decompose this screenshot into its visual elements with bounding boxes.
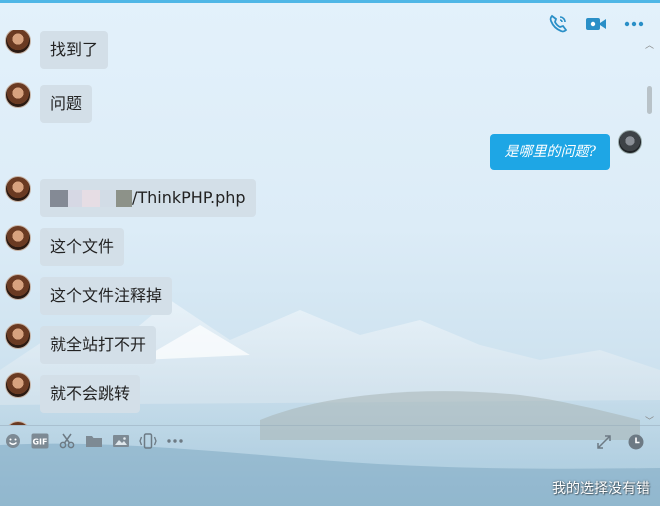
more-dots-icon[interactable] (166, 432, 184, 450)
image-icon[interactable] (112, 432, 130, 450)
contact-avatar[interactable] (5, 274, 31, 300)
incoming-message: 就全站打不开 (5, 323, 157, 364)
input-toolbar: GIF (4, 432, 184, 450)
toolbar-divider (0, 425, 660, 426)
chat-window: ︿ ﹀ 找到了 问题 是哪里的问题? /ThinkPHP.php 这个文件 这个… (0, 0, 660, 506)
redacted-path-block (68, 189, 82, 207)
shake-icon[interactable] (139, 432, 157, 450)
incoming-message: 就不会跳转 (5, 372, 141, 413)
redacted-path-block (116, 189, 132, 207)
contact-avatar[interactable] (5, 225, 31, 251)
file-path-text: /ThinkPHP.php (132, 188, 246, 207)
message-list: 找到了 问题 是哪里的问题? /ThinkPHP.php 这个文件 这个文件注释… (0, 30, 645, 425)
contact-avatar[interactable] (5, 82, 31, 108)
chat-scrollbar[interactable] (647, 86, 652, 114)
incoming-message: /ThinkPHP.php (5, 176, 256, 217)
folder-icon[interactable] (85, 432, 103, 450)
message-bubble[interactable]: 这个文件 (40, 228, 125, 266)
contact-avatar[interactable] (5, 176, 31, 202)
watermark-text: 我的选择没有错 (552, 481, 650, 497)
message-bubble[interactable]: 这个文件注释掉 (40, 277, 173, 315)
message-bubble[interactable]: /ThinkPHP.php (40, 179, 256, 217)
message-bubble[interactable]: 问题 (40, 85, 93, 123)
contact-avatar[interactable] (5, 323, 31, 349)
file-path: /ThinkPHP.php (50, 188, 246, 208)
redacted-path-block (50, 189, 68, 207)
contact-avatar[interactable] (5, 30, 31, 54)
message-bubble-outgoing[interactable]: 是哪里的问题? (490, 134, 610, 170)
gif-icon-label: GIF (32, 438, 47, 447)
contact-avatar[interactable] (5, 372, 31, 398)
incoming-message: 问题 (5, 82, 93, 123)
message-bubble[interactable]: 就不会跳转 (40, 375, 141, 413)
incoming-message: 找到了 (5, 30, 109, 69)
self-avatar[interactable] (618, 130, 642, 154)
redacted-path-block (100, 189, 116, 207)
history-icon[interactable] (626, 432, 646, 452)
incoming-message: 这个文件注释掉 (5, 274, 173, 315)
incoming-message: 这个文件 (5, 225, 125, 266)
expand-icon[interactable] (594, 432, 614, 452)
scissors-icon[interactable] (58, 432, 76, 450)
message-bubble[interactable]: 就全站打不开 (40, 326, 157, 364)
message-bubble[interactable]: 找到了 (40, 31, 109, 69)
emoji-icon[interactable] (4, 432, 22, 450)
gif-icon[interactable]: GIF (31, 432, 49, 450)
redacted-path-block (82, 189, 100, 207)
scroll-up-arrow[interactable]: ︿ (645, 38, 654, 51)
outgoing-message: 是哪里的问题? (490, 130, 642, 170)
